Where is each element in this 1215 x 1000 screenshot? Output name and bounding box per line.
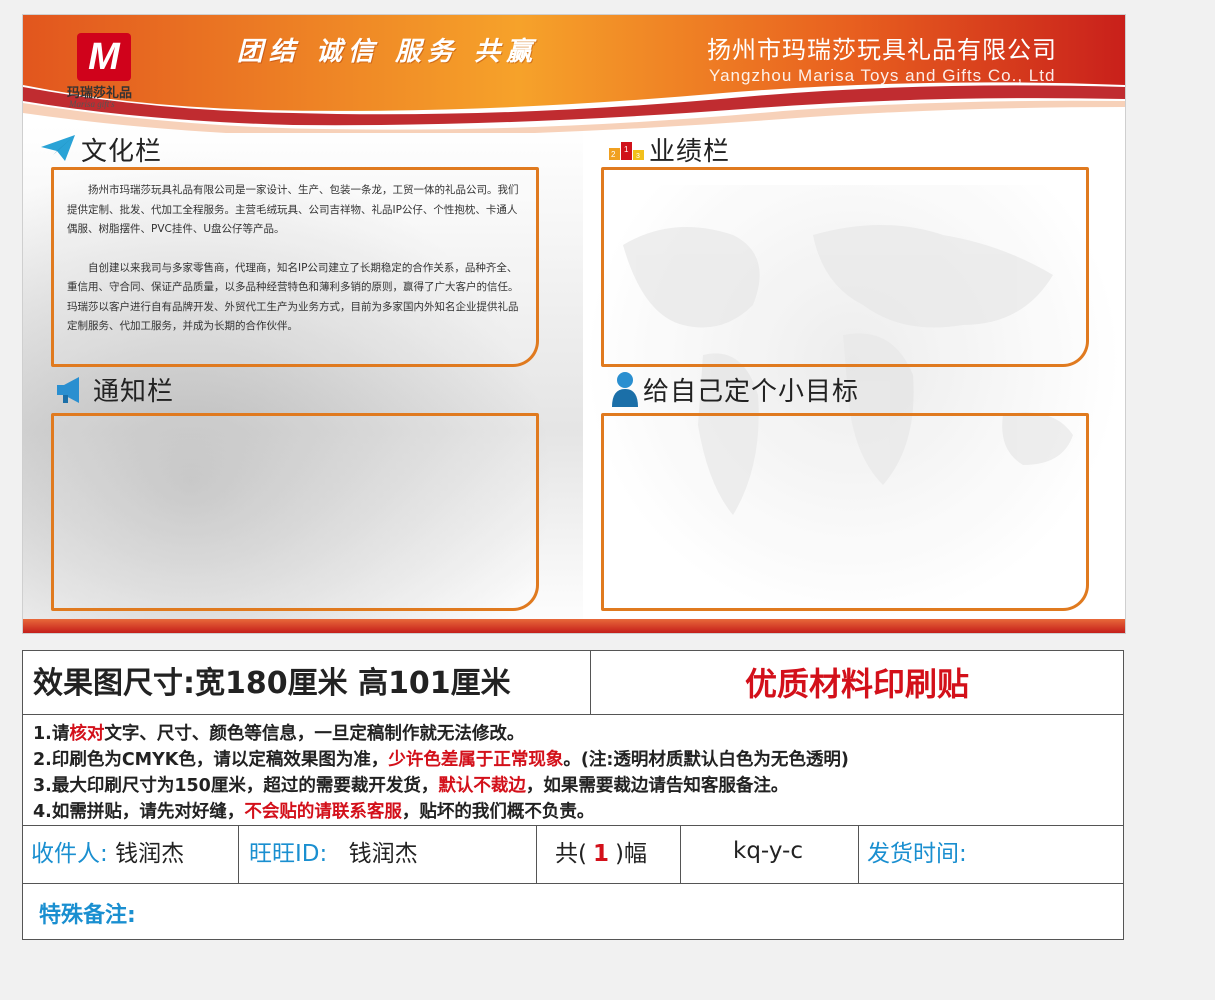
culture-text: 扬州市玛瑞莎玩具礼品有限公司是一家设计、生产、包装一条龙，工贸一体的礼品公司。我… <box>67 181 521 337</box>
performance-panel <box>601 167 1089 367</box>
megaphone-icon <box>55 375 85 409</box>
performance-title: 业绩栏 <box>649 137 731 167</box>
note-4-a: 4.如需拼贴，请先对好缝， <box>33 802 245 822</box>
note-4-b: ，贴坏的我们概不负责。 <box>401 802 595 822</box>
svg-text:2: 2 <box>611 150 616 159</box>
culture-paragraph-1: 扬州市玛瑞莎玩具礼品有限公司是一家设计、生产、包装一条龙，工贸一体的礼品公司。我… <box>67 184 519 235</box>
company-name-cn: 扬州市玛瑞莎玩具礼品有限公司 <box>707 36 1057 64</box>
count-cell: 共(1)幅 <box>537 826 681 883</box>
size-text: 效果图尺寸:宽180厘米 高101厘米 <box>23 651 591 714</box>
note-3: 3.最大印刷尺寸为150厘米，超过的需要裁开发货，默认不裁边，如果需要裁边请告知… <box>33 773 1113 799</box>
note-3-b: ，如果需要裁边请告知客服备注。 <box>525 776 789 796</box>
note-2-a: 2.印刷色为CMYK色，请以定稿效果图为准， <box>33 750 389 770</box>
note-3-highlight: 默认不裁边 <box>438 776 526 796</box>
recipient-label: 收件人: <box>31 841 108 867</box>
recipient-value: 钱润杰 <box>115 841 185 867</box>
order-code: kq-y-c <box>733 838 803 864</box>
svg-text:1: 1 <box>624 145 629 154</box>
person-icon <box>611 371 639 411</box>
paper-plane-icon <box>39 133 77 167</box>
note-2-b: 。(注:透明材质默认白色为无色透明) <box>563 750 849 770</box>
quality-text: 优质材料印刷贴 <box>744 665 969 703</box>
goal-title: 给自己定个小目标 <box>643 377 860 407</box>
company-logo: M <box>77 33 131 81</box>
logo-name-en: Marisa gift's <box>69 99 115 109</box>
note-1-highlight: 核对 <box>69 724 105 744</box>
ship-time-label: 发货时间: <box>867 841 967 867</box>
company-name-en: Yangzhou Marisa Toys and Gifts Co., Ltd <box>709 66 1056 85</box>
note-1-b: 文字、尺寸、颜色等信息，一旦定稿制作就无法修改。 <box>104 724 525 744</box>
count-prefix: 共( <box>555 841 587 867</box>
header-banner: M 玛瑞莎礼品 Marisa gift's 团结 诚信 服务 共赢 扬州市玛瑞莎… <box>23 15 1125 133</box>
slogan: 团结 诚信 服务 共赢 <box>237 37 539 67</box>
size-row: 效果图尺寸:宽180厘米 高101厘米 优质材料印刷贴 <box>23 651 1123 715</box>
order-info-table: 效果图尺寸:宽180厘米 高101厘米 优质材料印刷贴 1.请核对文字、尺寸、颜… <box>22 650 1124 940</box>
wangwang-value: 钱润杰 <box>348 841 418 867</box>
goal-panel <box>601 413 1089 611</box>
wangwang-label: 旺旺ID: <box>249 841 328 867</box>
note-1-a: 1.请 <box>33 724 70 744</box>
notice-panel <box>51 413 539 611</box>
podium-icon: 2 1 3 <box>609 142 645 164</box>
ship-time-cell: 发货时间: <box>859 826 1123 883</box>
recipient-row: 收件人: 钱润杰 旺旺ID: 钱润杰 共(1)幅 kq-y-c 发货时间: <box>23 825 1123 884</box>
notes: 1.请核对文字、尺寸、颜色等信息，一旦定稿制作就无法修改。 2.印刷色为CMYK… <box>33 721 1113 825</box>
count-suffix: )幅 <box>615 841 647 867</box>
bottom-band <box>23 619 1125 633</box>
note-4: 4.如需拼贴，请先对好缝，不会贴的请联系客服，贴坏的我们概不负责。 <box>33 799 1113 825</box>
note-2: 2.印刷色为CMYK色，请以定稿效果图为准，少许色差属于正常现象。(注:透明材质… <box>33 747 1113 773</box>
code-cell: kq-y-c <box>681 826 859 883</box>
note-1: 1.请核对文字、尺寸、颜色等信息，一旦定稿制作就无法修改。 <box>33 721 1113 747</box>
svg-text:3: 3 <box>636 153 640 160</box>
wangwang-cell: 旺旺ID: 钱润杰 <box>239 826 537 883</box>
notice-title: 通知栏 <box>93 377 175 407</box>
note-4-highlight: 不会贴的请联系客服 <box>244 802 402 822</box>
design-board: M 玛瑞莎礼品 Marisa gift's 团结 诚信 服务 共赢 扬州市玛瑞莎… <box>22 14 1126 634</box>
recipient-cell: 收件人: 钱润杰 <box>23 826 239 883</box>
note-3-a: 3.最大印刷尺寸为150厘米，超过的需要裁开发货， <box>33 776 439 796</box>
culture-title: 文化栏 <box>81 137 163 167</box>
culture-paragraph-2: 自创建以来我司与多家零售商，代理商，知名IP公司建立了长期稳定的合作关系，品种齐… <box>67 261 519 333</box>
count-value: 1 <box>592 841 609 867</box>
note-2-highlight: 少许色差属于正常现象 <box>388 750 564 770</box>
special-remark-label: 特殊备注: <box>39 903 136 928</box>
